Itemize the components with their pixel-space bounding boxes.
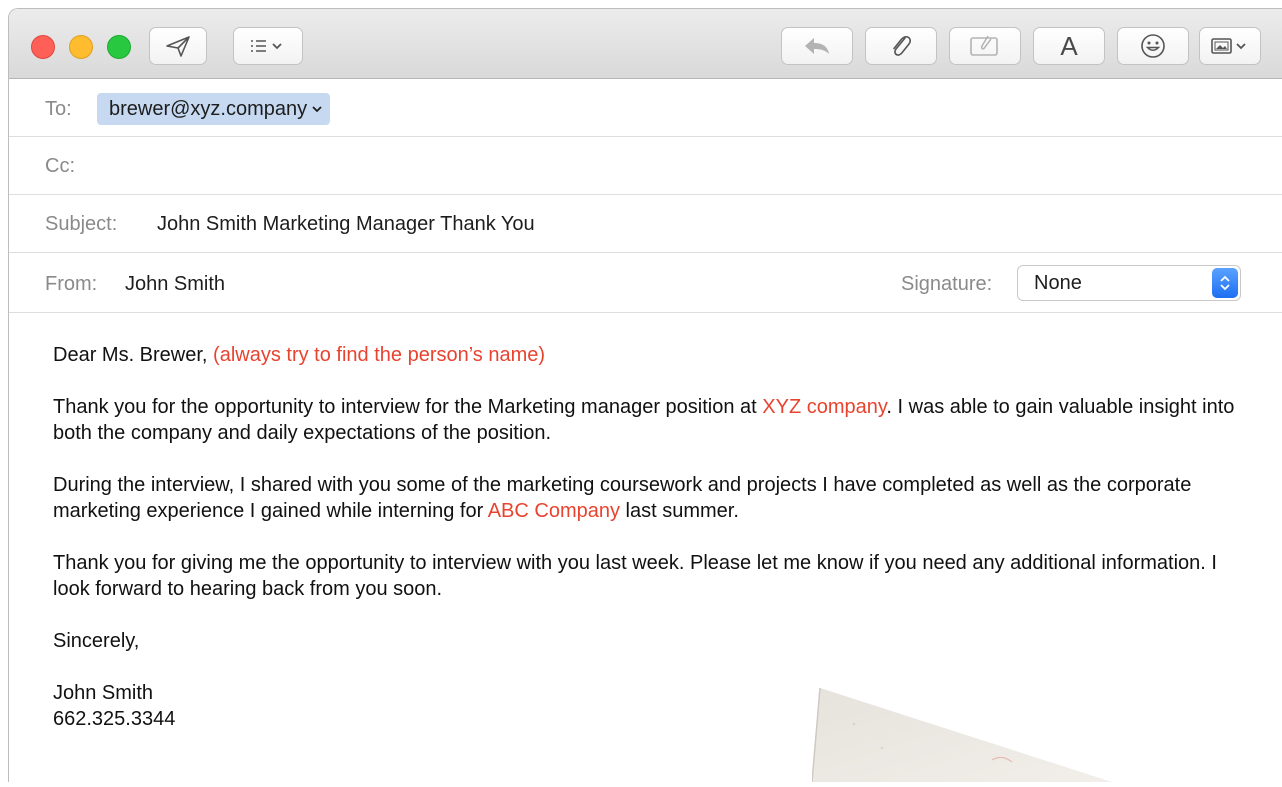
message-body[interactable]: Dear Ms. Brewer, (always try to find the… [53, 342, 1253, 732]
p2-text-b: last summer. [619, 500, 739, 522]
signature-select[interactable]: None [1017, 265, 1241, 301]
emoji-button[interactable] [1117, 27, 1189, 65]
p1-company: XYZ company [762, 396, 887, 418]
p1-text-a: Thank you for the opportunity to intervi… [53, 396, 763, 418]
to-recipient: brewer@xyz.company [109, 98, 308, 120]
markup-icon [968, 34, 1002, 58]
stepper-icon [1212, 268, 1238, 298]
signature-label: Signature: [901, 273, 993, 295]
subject-field-row: Subject: John Smith Marketing Manager Th… [9, 195, 1282, 253]
chevron-down-icon[interactable] [312, 93, 322, 125]
photo-browser-icon [1210, 35, 1250, 57]
reply-icon [802, 35, 832, 57]
header-fields-icon [248, 36, 288, 56]
close-window-button[interactable] [31, 35, 55, 59]
signature-name: John Smith [53, 682, 154, 704]
to-recipient-token[interactable]: brewer@xyz.company [97, 93, 331, 125]
toolbar: A [9, 9, 1282, 79]
from-value[interactable]: John Smith [125, 273, 225, 296]
reply-button[interactable] [781, 27, 853, 65]
minimize-window-button[interactable] [69, 35, 93, 59]
zoom-window-button[interactable] [107, 35, 131, 59]
closing: Sincerely, [53, 630, 140, 652]
mail-compose-window: A To: brewer@xyz.company Cc: Subject: Jo… [8, 8, 1282, 782]
send-icon [164, 34, 192, 58]
paper-corner-image [811, 687, 1282, 787]
signature-value: None [1034, 272, 1082, 294]
signature-phone: 662.325.3344 [53, 708, 176, 730]
subject-input[interactable]: John Smith Marketing Manager Thank You [157, 213, 535, 236]
to-label: To: [45, 98, 72, 120]
greeting-note: (always try to find the person’s name) [213, 344, 546, 366]
greeting: Dear Ms. Brewer, [53, 344, 208, 366]
attach-button[interactable] [865, 27, 937, 65]
paragraph-1: Thank you for the opportunity to intervi… [53, 394, 1253, 446]
from-label: From: [45, 273, 98, 295]
p2-company: ABC Company [487, 500, 620, 522]
header-fields-button[interactable] [233, 27, 303, 65]
emoji-icon [1139, 32, 1167, 60]
markup-button[interactable] [949, 27, 1021, 65]
paragraph-3: Thank you for giving me the opportunity … [53, 552, 1217, 600]
greeting-paragraph: Dear Ms. Brewer, (always try to find the… [53, 342, 1253, 368]
photo-browser-button[interactable] [1199, 27, 1261, 65]
format-button[interactable]: A [1033, 27, 1105, 65]
subject-label: Subject: [45, 213, 118, 235]
cc-field-row[interactable]: Cc: [9, 137, 1282, 195]
attach-icon [888, 32, 914, 60]
cc-label: Cc: [45, 155, 75, 177]
format-icon: A [1060, 30, 1078, 61]
send-button[interactable] [149, 27, 207, 65]
paragraph-2: During the interview, I shared with you … [53, 472, 1253, 524]
